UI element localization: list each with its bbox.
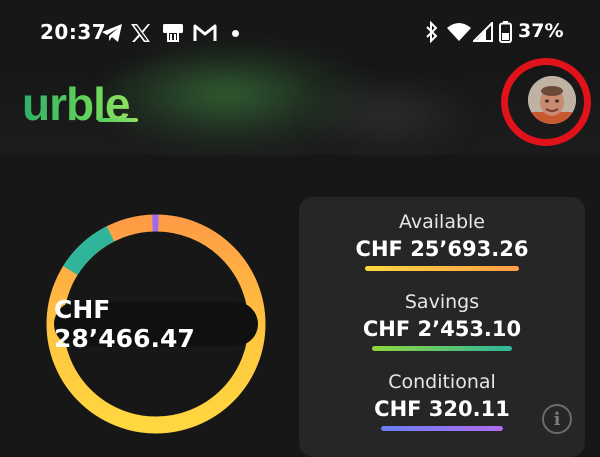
wifi-icon xyxy=(447,23,471,41)
available-bar xyxy=(365,266,519,271)
x-icon xyxy=(131,24,150,42)
available-row: Available CHF 25’693.26 xyxy=(299,211,585,271)
available-label: Available xyxy=(398,211,485,233)
battery-percent: 37% xyxy=(518,20,564,42)
profile-avatar-button[interactable] xyxy=(528,76,576,124)
savings-amount: CHF 2’453.10 xyxy=(362,317,522,341)
urble-logo: urble xyxy=(22,78,130,130)
gmail-icon xyxy=(193,24,217,41)
available-amount: CHF 25’693.26 xyxy=(355,237,529,261)
notification-dot xyxy=(232,30,239,37)
signal-icon xyxy=(473,22,493,42)
savings-label: Savings xyxy=(404,291,480,313)
printer-icon xyxy=(163,24,183,42)
conditional-bar xyxy=(381,426,503,431)
avatar-icon xyxy=(528,76,576,124)
telegram-icon xyxy=(102,24,122,42)
info-icon[interactable]: i xyxy=(542,404,572,434)
logo-swoosh xyxy=(98,118,138,122)
conditional-label: Conditional xyxy=(388,371,496,393)
clock: 20:37 xyxy=(40,20,107,44)
savings-row: Savings CHF 2’453.10 xyxy=(299,291,585,351)
total-balance: CHF 28’466.47 xyxy=(54,295,258,353)
battery-icon xyxy=(499,21,512,43)
savings-bar xyxy=(372,346,512,351)
bluetooth-icon xyxy=(426,21,438,43)
header-backdrop-secondary xyxy=(300,75,480,155)
